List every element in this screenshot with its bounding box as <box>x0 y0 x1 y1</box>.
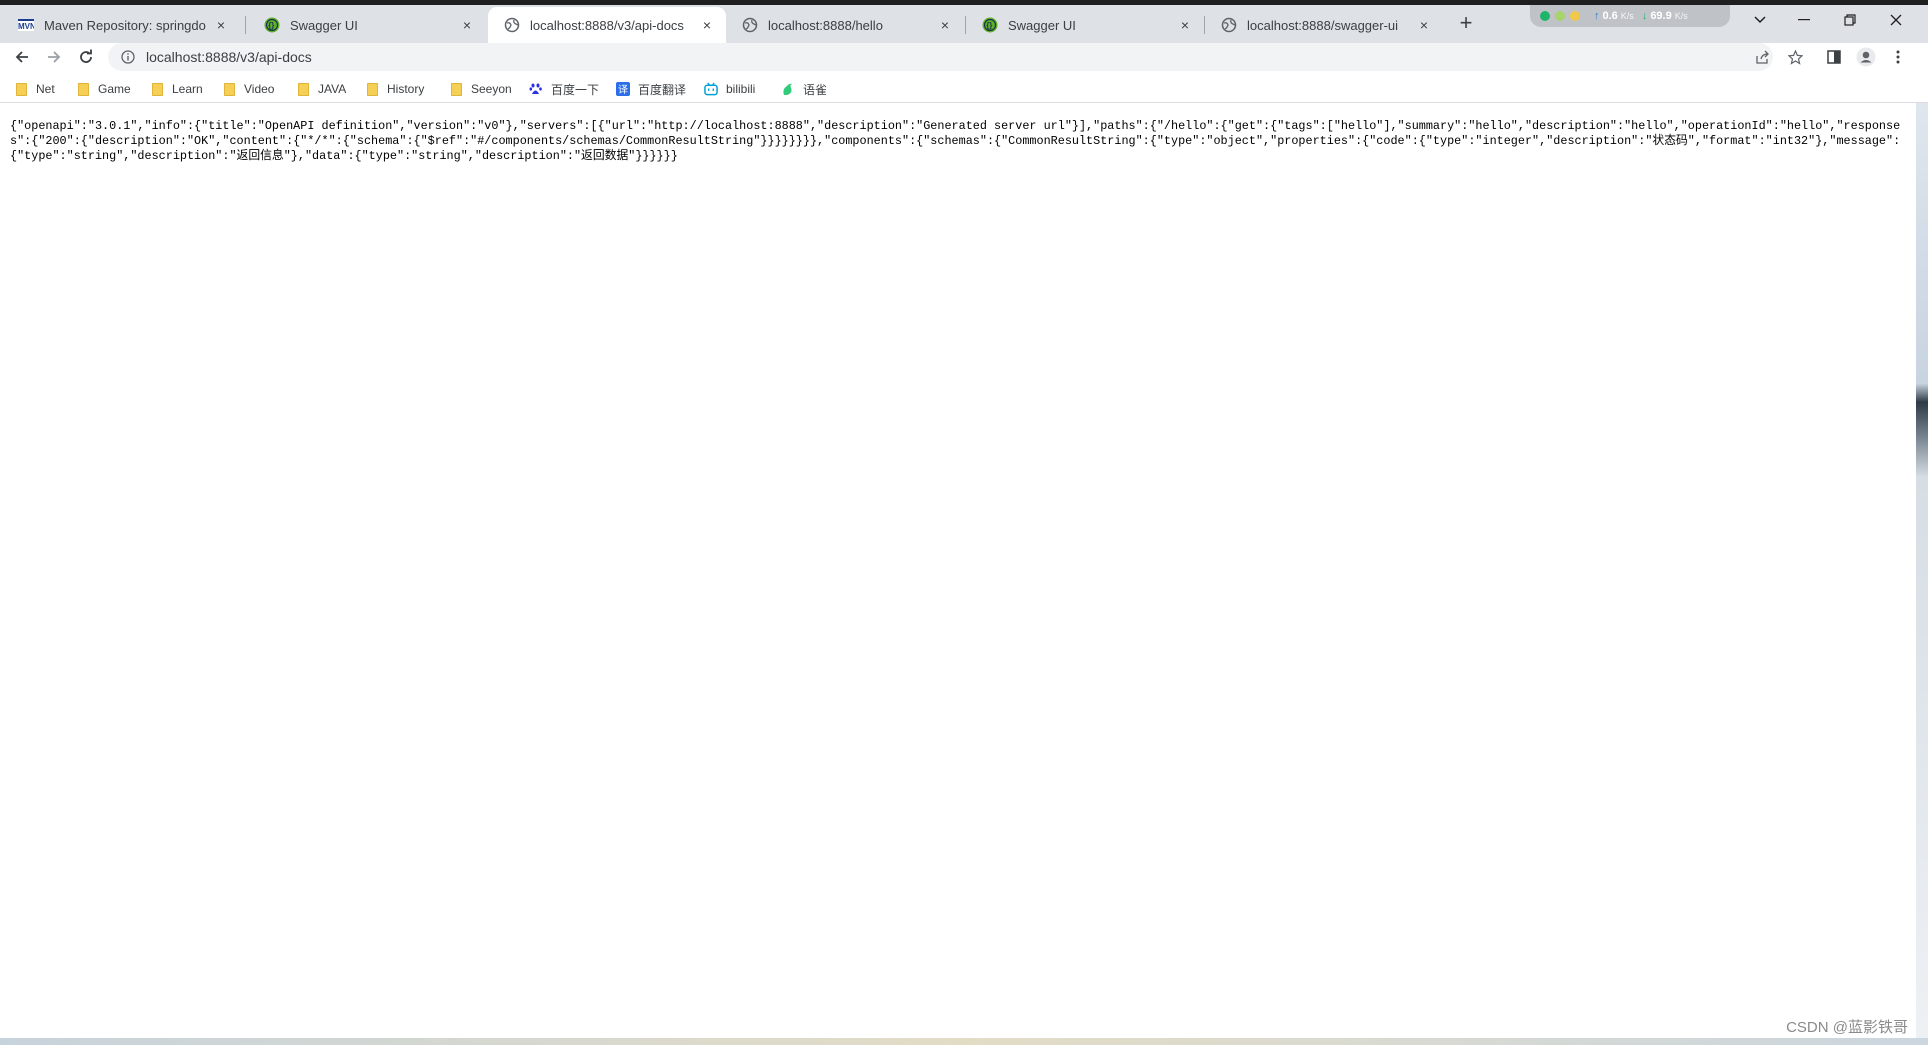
close-tab-icon[interactable]: × <box>458 16 476 34</box>
reload-button[interactable] <box>72 43 100 71</box>
back-button[interactable] <box>8 43 36 71</box>
tab-api-docs[interactable]: localhost:8888/v3/api-docs × <box>488 7 726 43</box>
globe-icon <box>504 17 520 33</box>
restore-button[interactable] <box>1830 8 1870 32</box>
bookmark-label: Video <box>244 82 275 96</box>
bookmark-net[interactable]: Net <box>14 79 55 99</box>
url-text: localhost:8888/v3/api-docs <box>146 49 312 65</box>
minimize-button[interactable] <box>1784 8 1824 32</box>
close-tab-icon[interactable]: × <box>212 16 230 34</box>
bookmark-label: 百度一下 <box>551 82 600 97</box>
side-panel-icon[interactable] <box>1820 43 1848 71</box>
download-arrow-icon: ↓ <box>1641 10 1648 22</box>
globe-icon <box>1221 17 1237 33</box>
bookmark-baidu-translate[interactable]: 译 百度翻译 <box>616 79 686 99</box>
folder-icon <box>222 82 236 96</box>
tab-hello[interactable]: localhost:8888/hello × <box>726 7 964 43</box>
tab-title: Swagger UI <box>1008 17 1076 33</box>
bookmark-learn[interactable]: Learn <box>150 79 203 99</box>
upload-unit: K/s <box>1620 11 1634 21</box>
tab-search-dropdown-icon[interactable] <box>1740 8 1780 32</box>
site-info-icon[interactable] <box>120 49 136 65</box>
browser-window: MVN Maven Repository: springdoc- × {} Sw… <box>0 0 1928 1045</box>
bookmark-label: Game <box>98 82 131 96</box>
folder-icon <box>150 82 164 96</box>
tab-strip: MVN Maven Repository: springdoc- × {} Sw… <box>0 0 1928 43</box>
page-content: {"openapi":"3.0.1","info":{"title":"Open… <box>0 103 1916 1038</box>
mvn-icon: MVN <box>18 17 34 33</box>
folder-icon <box>449 82 463 96</box>
status-dot-icon <box>1555 11 1565 21</box>
bookmark-label: bilibili <box>726 82 756 96</box>
tab-title: Swagger UI <box>290 17 358 33</box>
bookmark-java[interactable]: JAVA <box>296 79 346 99</box>
bookmark-label: Net <box>36 82 55 96</box>
forward-arrow-icon <box>48 51 61 63</box>
close-tab-icon[interactable]: × <box>698 16 716 34</box>
new-tab-button[interactable]: + <box>1452 9 1480 37</box>
profile-avatar-icon[interactable] <box>1852 43 1880 71</box>
network-speed-widget: ↑ 0.6 K/s ↓ 69.9 K/s <box>1530 5 1730 27</box>
tab-swagger-ui-2[interactable]: {} Swagger UI × <box>966 7 1204 43</box>
bookmark-label: Seeyon <box>471 82 512 96</box>
taskbar-edge <box>0 1038 1928 1045</box>
download-speed: 69.9 <box>1650 10 1672 22</box>
menu-kebab-icon[interactable] <box>1884 43 1912 71</box>
svg-text:{}: {} <box>268 21 274 30</box>
folder-icon <box>365 82 379 96</box>
reload-icon <box>80 49 92 63</box>
forward-button[interactable] <box>40 43 68 71</box>
svg-text:{}: {} <box>986 21 992 30</box>
folder-icon <box>76 82 90 96</box>
swagger-icon: {} <box>264 17 280 33</box>
api-docs-json-text: {"openapi":"3.0.1","info":{"title":"Open… <box>10 119 1901 163</box>
upload-speed: 0.6 <box>1602 10 1618 22</box>
globe-icon <box>742 17 758 33</box>
status-dot-icon <box>1570 11 1580 21</box>
bookmark-label: Learn <box>172 82 203 96</box>
close-tab-icon[interactable]: × <box>1176 16 1194 34</box>
bookmark-baidu[interactable]: 百度一下 <box>529 79 599 99</box>
back-arrow-icon <box>15 51 28 63</box>
svg-text:MVN: MVN <box>18 22 34 31</box>
address-bar[interactable]: localhost:8888/v3/api-docs <box>108 43 1803 71</box>
bookmark-yuque[interactable]: 语雀 <box>781 79 827 99</box>
watermark: CSDN @蓝影铁哥 <box>1786 1019 1908 1036</box>
close-tab-icon[interactable]: × <box>1415 16 1433 34</box>
swagger-icon: {} <box>982 17 998 33</box>
folder-icon <box>14 82 28 96</box>
baidu-translate-icon: 译 <box>616 82 630 96</box>
download-unit: K/s <box>1674 11 1688 21</box>
close-tab-icon[interactable]: × <box>936 16 954 34</box>
bookmark-label: 百度翻译 <box>638 82 687 97</box>
tab-title: Maven Repository: springdoc- <box>44 17 206 33</box>
yuque-icon <box>781 82 795 96</box>
bilibili-icon <box>704 82 718 96</box>
share-icon[interactable] <box>1751 46 1773 68</box>
bookmark-video[interactable]: Video <box>222 79 274 99</box>
bookmark-bilibili[interactable]: bilibili <box>704 79 755 99</box>
tab-title: localhost:8888/v3/api-docs <box>530 17 684 33</box>
bookmark-label: JAVA <box>318 82 347 96</box>
tab-title: localhost:8888/hello <box>768 17 883 33</box>
tab-swagger-ui-path[interactable]: localhost:8888/swagger-ui × <box>1205 7 1443 43</box>
close-window-button[interactable] <box>1876 8 1916 32</box>
status-dot-icon <box>1540 11 1550 21</box>
bookmark-history[interactable]: History <box>365 79 424 99</box>
bookmark-label: 语雀 <box>803 82 828 97</box>
svg-text:译: 译 <box>618 84 628 96</box>
folder-icon <box>296 82 310 96</box>
tab-maven-repository[interactable]: MVN Maven Repository: springdoc- × <box>2 7 240 43</box>
tab-swagger-ui[interactable]: {} Swagger UI × <box>248 7 486 43</box>
upload-arrow-icon: ↑ <box>1594 10 1600 22</box>
bookmark-star-icon[interactable] <box>1784 46 1806 68</box>
bookmark-game[interactable]: Game <box>76 79 131 99</box>
desktop-edge <box>1916 103 1928 1038</box>
bookmark-label: History <box>387 82 425 96</box>
tab-title: localhost:8888/swagger-ui <box>1247 17 1399 33</box>
toolbar: localhost:8888/v3/api-docs <box>0 43 1928 71</box>
bookmark-seeyon[interactable]: Seeyon <box>449 79 512 99</box>
bookmarks-bar: Net Game Learn Video JAVA History Seeyon <box>0 76 1928 103</box>
baidu-paw-icon <box>529 82 543 96</box>
